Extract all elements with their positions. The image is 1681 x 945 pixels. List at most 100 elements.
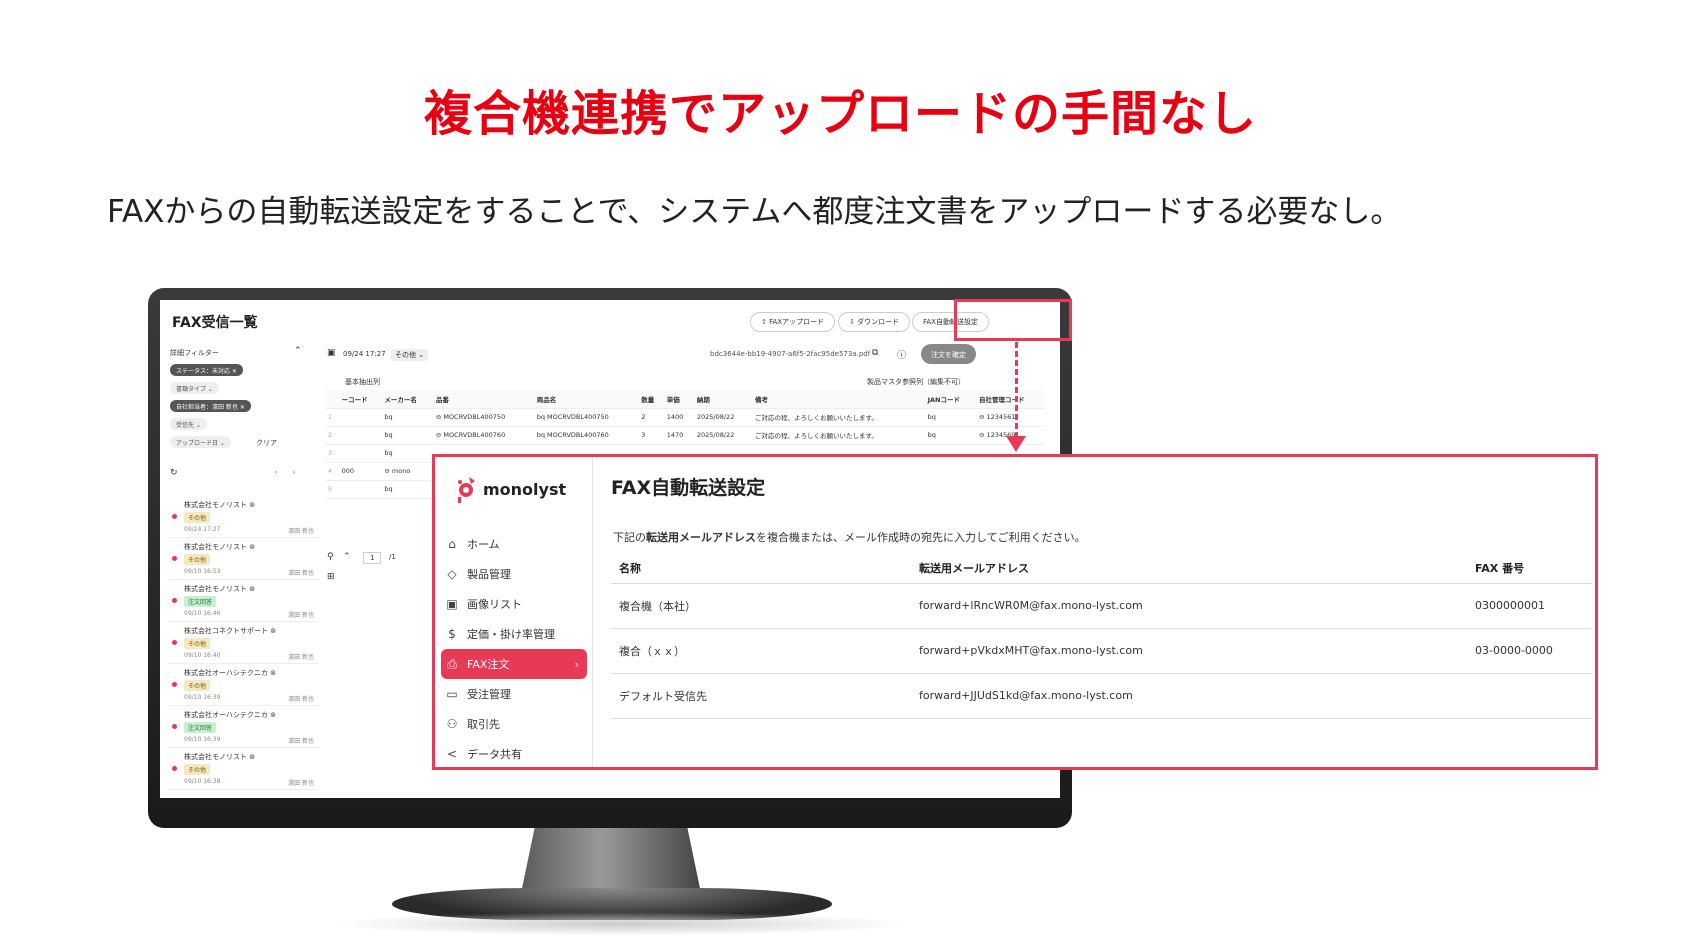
unread-dot xyxy=(172,598,177,603)
list-item-date: 09/10 16:38 xyxy=(184,778,221,785)
clear-filter-link[interactable]: クリア xyxy=(256,438,277,448)
nav-item-label: 定価・掛け率管理 xyxy=(467,628,555,641)
forward-address-table: 名称 転送用メールアドレス FAX 番号 複合機（本社） forward+lRncWR0… xyxy=(611,553,1593,719)
desc-post: を複合機または、メール作成時の宛先に入力してご利用ください。 xyxy=(756,531,1086,544)
monitor-shadow xyxy=(330,912,910,936)
info-icon[interactable]: ⓘ xyxy=(897,348,906,361)
desc-bold: 転送用メールアドレス xyxy=(646,531,756,544)
popup-nav: ⌂ ホーム ◇ 製品管理 ▣ 画像リスト $ 定価・掛け率管理 ⎙ FAX注文 › ▭ 受注管理 ⚇ 取引先… xyxy=(435,529,593,769)
list-item-person: 濱田 新也 xyxy=(288,738,314,745)
chevron-up-icon[interactable]: ⌃ xyxy=(343,552,351,562)
fax-table-row[interactable]: デフォルト受信先 forward+JJUdS1kd@fax.mono-lyst.c… xyxy=(611,673,1593,719)
brand-logo: monolyst xyxy=(455,475,566,503)
list-item[interactable]: 株式会社モノリスト ⊚ 注文回答 09/10 16:46 濱田 新也 xyxy=(168,580,318,622)
refresh-icon[interactable]: ↻ xyxy=(170,468,178,478)
next-icon[interactable]: › xyxy=(292,468,296,478)
nav-item-label: 画像リスト xyxy=(467,598,522,611)
nav-item-1[interactable]: ⌂ ホーム xyxy=(435,529,593,559)
download-button[interactable]: ⇩ ダウンロード xyxy=(838,312,911,332)
fax-table-row[interactable]: 複合機（本社） forward+lRncWR0M@fax.mono-lyst.co… xyxy=(611,583,1593,629)
highlight-box xyxy=(954,299,1072,341)
table-cell: bq xyxy=(381,480,433,499)
recipient-filter[interactable]: 受信先 ⌄ xyxy=(170,418,207,430)
image-icon: ▣ xyxy=(446,597,458,611)
assignee-filter-chip[interactable]: 自社担当者：濱田 新也 ✕ xyxy=(170,400,251,412)
status-filter-chip[interactable]: ステータス：未対応 ✕ xyxy=(170,364,243,376)
list-item[interactable]: 株式会社モノリスト ⊚ その他 09/10 16:38 濱田 新也 xyxy=(168,748,318,790)
fax-table-cell: forward+pVkdxMHT@fax.mono-lyst.com xyxy=(911,628,1467,674)
callout-line xyxy=(1015,342,1018,438)
list-item-person: 濱田 新也 xyxy=(288,654,314,661)
fax-table-cell: 0300000001 xyxy=(1467,583,1593,629)
unread-dot xyxy=(172,514,177,519)
upload-date-filter[interactable]: アップロード日 ⌄ xyxy=(170,436,231,448)
list-item[interactable]: 株式会社コネクトサポート ⊚ その他 09/10 16:40 濱田 新也 xyxy=(168,622,318,664)
table-row[interactable]: 2 bq ⊖ MOCRVDBL400760 bq MOCRVDBL400760 3 147… xyxy=(325,426,1045,445)
list-item-tag: その他 xyxy=(184,512,211,523)
nav-item-7[interactable]: ⚇ 取引先 xyxy=(435,709,593,739)
list-item-date: 09/24 17:27 xyxy=(184,526,221,533)
section-basic: 基本抽出列 xyxy=(345,378,380,386)
table-header-row: ーコード メーカー名 品番 商品名 数量 単価 納期 備考 JANコード 自社管理コード xyxy=(325,390,1045,409)
table-cell: bq xyxy=(381,426,433,445)
list-item[interactable]: 株式会社モノリスト ⊚ その他 09/24 17:27 濱田 新也 xyxy=(168,496,318,538)
chevron-up-icon[interactable]: ⌃ xyxy=(294,346,302,356)
list-item[interactable]: 株式会社オーハシテクニカ ⊚ 注文回答 09/10 16:39 濱田 新也 xyxy=(168,706,318,748)
list-item[interactable]: 株式会社オーハシテクニカ ⊚ その他 09/10 16:39 濱田 新也 xyxy=(168,664,318,706)
fax-upload-button[interactable]: ⇧ FAXアップロード xyxy=(750,312,836,332)
fax-table-header: 名称 転送用メールアドレス FAX 番号 xyxy=(611,553,1593,584)
list-item[interactable]: 株式会社モノリスト ⊚ その他 09/10 16:53 濱田 新也 xyxy=(168,538,318,580)
confirm-order-button[interactable]: 注文を確定 xyxy=(921,344,976,364)
table-row[interactable]: 1 bq ⊖ MOCRVDBL400750 bq MOCRVDBL400750 2 140… xyxy=(325,408,1045,427)
list-item-date: 09/10 16:46 xyxy=(184,610,221,617)
unread-dot xyxy=(172,724,177,729)
share-icon: < xyxy=(446,747,458,761)
list-item-tag: その他 xyxy=(184,554,211,565)
nav-item-label: FAX注文 xyxy=(467,658,510,671)
list-item-tag: その他 xyxy=(184,638,211,649)
unread-dot xyxy=(172,682,177,687)
nav-item-2[interactable]: ◇ 製品管理 xyxy=(435,559,593,589)
fax-list: 株式会社モノリスト ⊚ その他 09/24 17:27 濱田 新也 株式会社モノリスト … xyxy=(168,496,318,794)
table-cell: 1400 xyxy=(663,408,694,427)
fax-table-cell: デフォルト受信先 xyxy=(611,673,911,719)
table-cell: bq xyxy=(381,408,433,427)
prev-icon[interactable]: ‹ xyxy=(274,468,278,478)
brand-name: monolyst xyxy=(483,479,567,499)
nav-item-5[interactable]: ⎙ FAX注文 › xyxy=(441,649,587,679)
doc-category-select[interactable]: その他 ⌄ xyxy=(391,349,429,361)
doc-filename: bdc3644e-bb19-4907-a6f5-2fac95de573a.pdf xyxy=(710,350,871,358)
fax-table-cell: forward+lRncWR0M@fax.mono-lyst.com xyxy=(911,583,1467,629)
fax-table-row[interactable]: 複合（ｘｘ） forward+pVkdxMHT@fax.mono-lyst.com… xyxy=(611,628,1593,674)
list-item-company: 株式会社オーハシテクニカ ⊚ xyxy=(184,711,276,719)
nav-item-6[interactable]: ▭ 受注管理 xyxy=(435,679,593,709)
doc-date: 09/24 17:27 xyxy=(343,350,386,358)
nav-item-3[interactable]: ▣ 画像リスト xyxy=(435,589,593,619)
unread-dot xyxy=(172,766,177,771)
table-cell: bq MOCRVDBL400760 xyxy=(533,426,639,445)
nav-item-4[interactable]: $ 定価・掛け率管理 xyxy=(435,619,593,649)
nav-item-8[interactable]: < データ共有 xyxy=(435,739,593,769)
doc-type-filter[interactable]: 書類タイプ ⌄ xyxy=(170,382,219,394)
list-item-company: 株式会社モノリスト ⊚ xyxy=(184,585,256,593)
table-header-cell: JANコード xyxy=(924,390,976,409)
table-cell: ⊖ 1234561 xyxy=(975,408,1045,427)
search-icon[interactable]: ⚲ xyxy=(327,552,334,562)
table-header-cell: 商品名 xyxy=(533,390,639,409)
copy-icon[interactable]: ⧉ xyxy=(872,348,878,358)
price-icon: $ xyxy=(448,627,456,641)
fax-table-header-cell: 転送用メールアドレス xyxy=(911,553,1467,584)
list-item-person: 濱田 新也 xyxy=(288,780,314,787)
fax-table-cell xyxy=(1467,673,1593,719)
nav-item-label: データ共有 xyxy=(467,748,522,761)
table-cell: bq xyxy=(381,444,433,463)
grid-icon[interactable]: ⊞ xyxy=(327,572,335,582)
list-item[interactable]: 株式会社モノリスト ⊚ xyxy=(168,790,318,794)
table-cell: bq xyxy=(924,426,976,445)
table-cell: 000 xyxy=(338,462,382,481)
popup-main: FAX自動転送設定 下記の転送用メールアドレスを複合機または、メール作成時の宛先… xyxy=(611,457,1593,767)
fax-table-cell: 03-0000-0000 xyxy=(1467,628,1593,674)
page-input[interactable]: 1 xyxy=(363,552,382,564)
headline: 複合機連携でアップロードの手間なし xyxy=(423,86,1257,142)
desc-pre: 下記の xyxy=(613,531,646,544)
